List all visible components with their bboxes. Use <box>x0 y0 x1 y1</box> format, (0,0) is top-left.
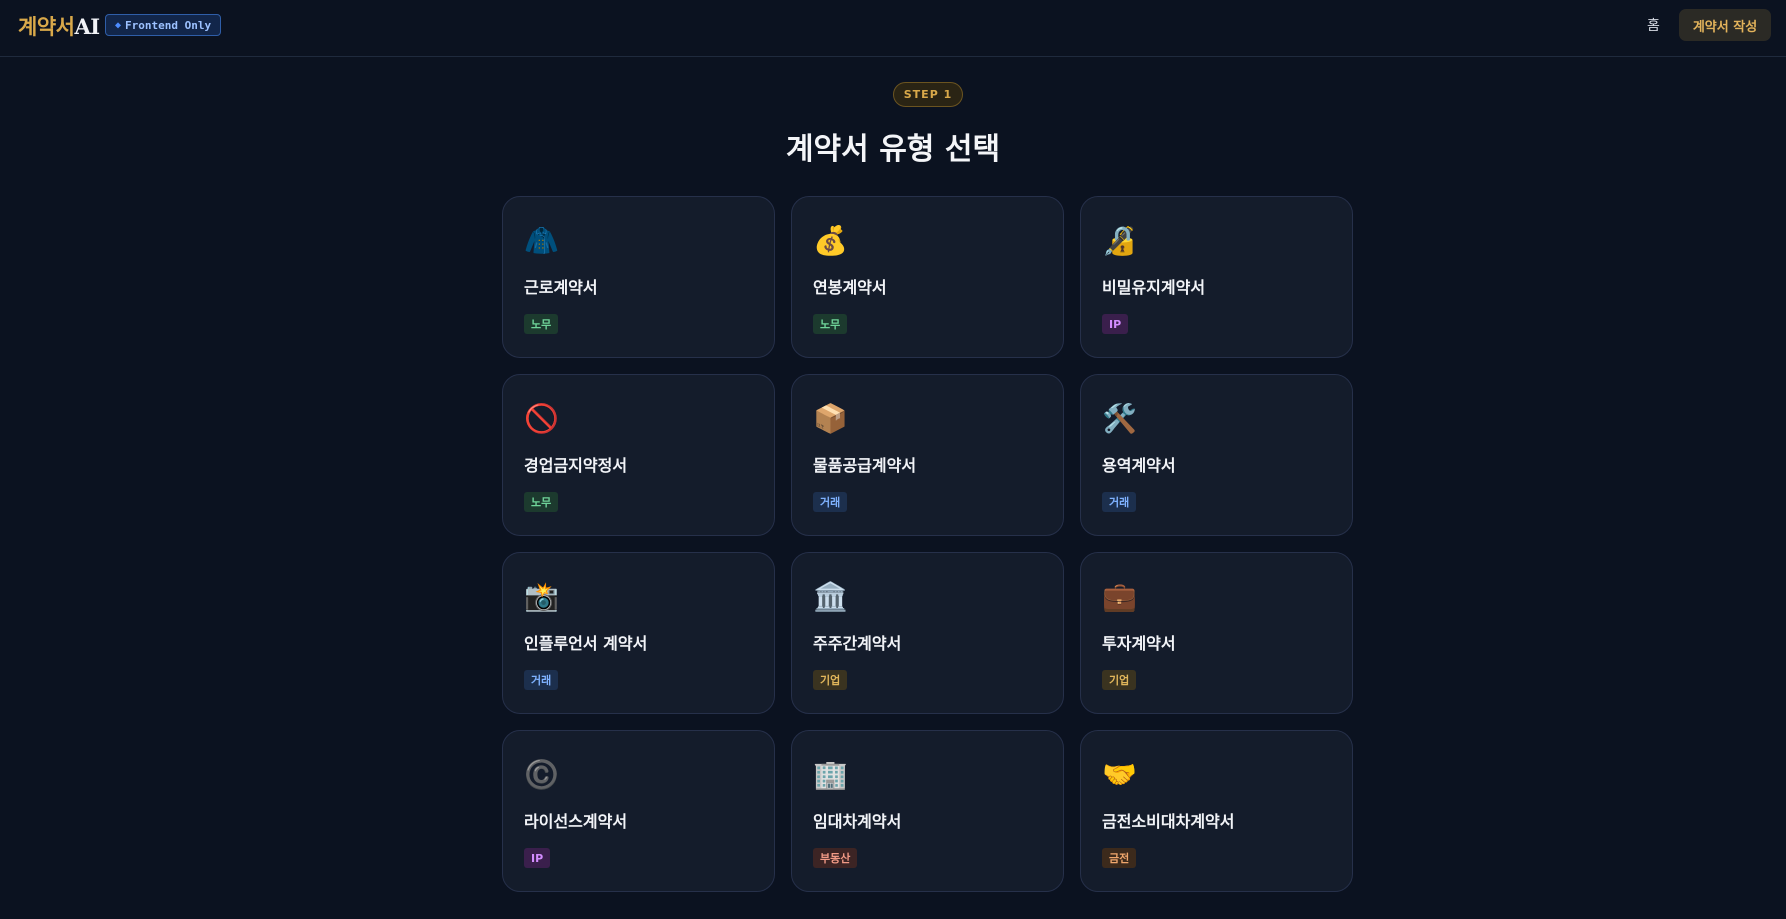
contract-type-card[interactable]: ©️ 라이선스계약서 IP <box>502 730 775 892</box>
category-tag: 노무 <box>524 314 559 334</box>
contract-type-card[interactable]: 🛠️ 용역계약서거래 <box>1080 374 1353 536</box>
category-tag: 기업 <box>813 670 848 690</box>
contract-type-card[interactable]: 🚫 경업금지약정서노무 <box>502 374 775 536</box>
logo-text-secondary: AI <box>74 14 100 39</box>
money-bag-icon: 💰 <box>813 224 848 257</box>
write-contract-button[interactable]: 계약서 작성 <box>1679 9 1771 41</box>
category-tag: 노무 <box>813 314 848 334</box>
contract-type-grid: 🧥 근로계약서 노무 💰 연봉계약서 노무 🔏 비밀유지계약서 IP 🚫 경업금지약정서 노무 📦 물품공… <box>502 196 1353 892</box>
category-tag: 거래 <box>524 670 559 690</box>
shirt-tie-icon: 🧥 <box>524 224 559 257</box>
contract-type-card[interactable]: 🔏 비밀유지계약서 IP <box>1080 196 1353 358</box>
category-tag: 거래 <box>1102 492 1137 512</box>
contract-type-name: 용역계약서 <box>1102 456 1176 475</box>
contract-type-card[interactable]: 💼 투자계약서기업 <box>1080 552 1353 714</box>
category-tag: 기업 <box>1102 670 1137 690</box>
frontend-only-badge: ◆ Frontend Only <box>105 14 222 36</box>
logo-text-primary: 계약서 <box>18 14 75 39</box>
contract-type-name: 경업금지약정서 <box>524 456 628 475</box>
contract-type-name: 근로계약서 <box>524 278 598 297</box>
contract-type-name: 투자계약서 <box>1102 634 1176 653</box>
prohibited-icon: 🚫 <box>524 402 559 435</box>
top-nav-bar: 계약서AI ◆ Frontend Only 홈 계약서 작성 <box>0 0 1786 57</box>
app-logo[interactable]: 계약서AI <box>18 11 100 41</box>
contract-type-name: 연봉계약서 <box>813 278 887 297</box>
package-icon: 📦 <box>813 402 848 435</box>
frontend-only-label: Frontend Only <box>125 18 212 32</box>
contract-type-name: 주주간계약서 <box>813 634 902 653</box>
contract-type-card[interactable]: 🤝 금전소비대차계약서금전 <box>1080 730 1353 892</box>
bank-building-icon: 🏛️ <box>813 580 848 613</box>
contract-type-card[interactable]: 🏛️ 주주간계약서기업 <box>791 552 1064 714</box>
contract-type-card[interactable]: 🏢 임대차계약서부동산 <box>791 730 1064 892</box>
diamond-icon: ◆ <box>115 19 122 31</box>
contract-type-name: 비밀유지계약서 <box>1102 278 1206 297</box>
camera-icon: 📸 <box>524 580 559 613</box>
copyright-icon: ©️ <box>524 758 559 791</box>
contract-type-card[interactable]: 🧥 근로계약서노무 <box>502 196 775 358</box>
contract-type-name: 금전소비대차계약서 <box>1102 812 1235 831</box>
handshake-icon: 🤝 <box>1102 758 1137 791</box>
contract-type-card[interactable]: 💰 연봉계약서노무 <box>791 196 1064 358</box>
contract-type-name: 라이선스계약서 <box>524 812 628 831</box>
category-tag: 거래 <box>813 492 848 512</box>
step-badge: STEP 1 <box>893 82 963 107</box>
contract-type-name: 임대차계약서 <box>813 812 902 831</box>
category-tag: 금전 <box>1102 848 1137 868</box>
category-tag: IP <box>524 848 551 868</box>
page-title: 계약서 유형 선택 <box>785 132 1001 167</box>
contract-type-card[interactable]: 📦 물품공급계약서거래 <box>791 374 1064 536</box>
lock-icon: 🔏 <box>1102 224 1137 257</box>
briefcase-icon: 💼 <box>1102 580 1137 613</box>
office-building-icon: 🏢 <box>813 758 848 791</box>
contract-type-card[interactable]: 📸 인플루언서 계약서거래 <box>502 552 775 714</box>
category-tag: 부동산 <box>813 848 858 868</box>
contract-type-name: 인플루언서 계약서 <box>524 634 648 653</box>
category-tag: IP <box>1102 314 1129 334</box>
contract-type-name: 물품공급계약서 <box>813 456 917 475</box>
tools-icon: 🛠️ <box>1102 402 1137 435</box>
nav-home-link[interactable]: 홈 <box>1647 15 1660 35</box>
category-tag: 노무 <box>524 492 559 512</box>
